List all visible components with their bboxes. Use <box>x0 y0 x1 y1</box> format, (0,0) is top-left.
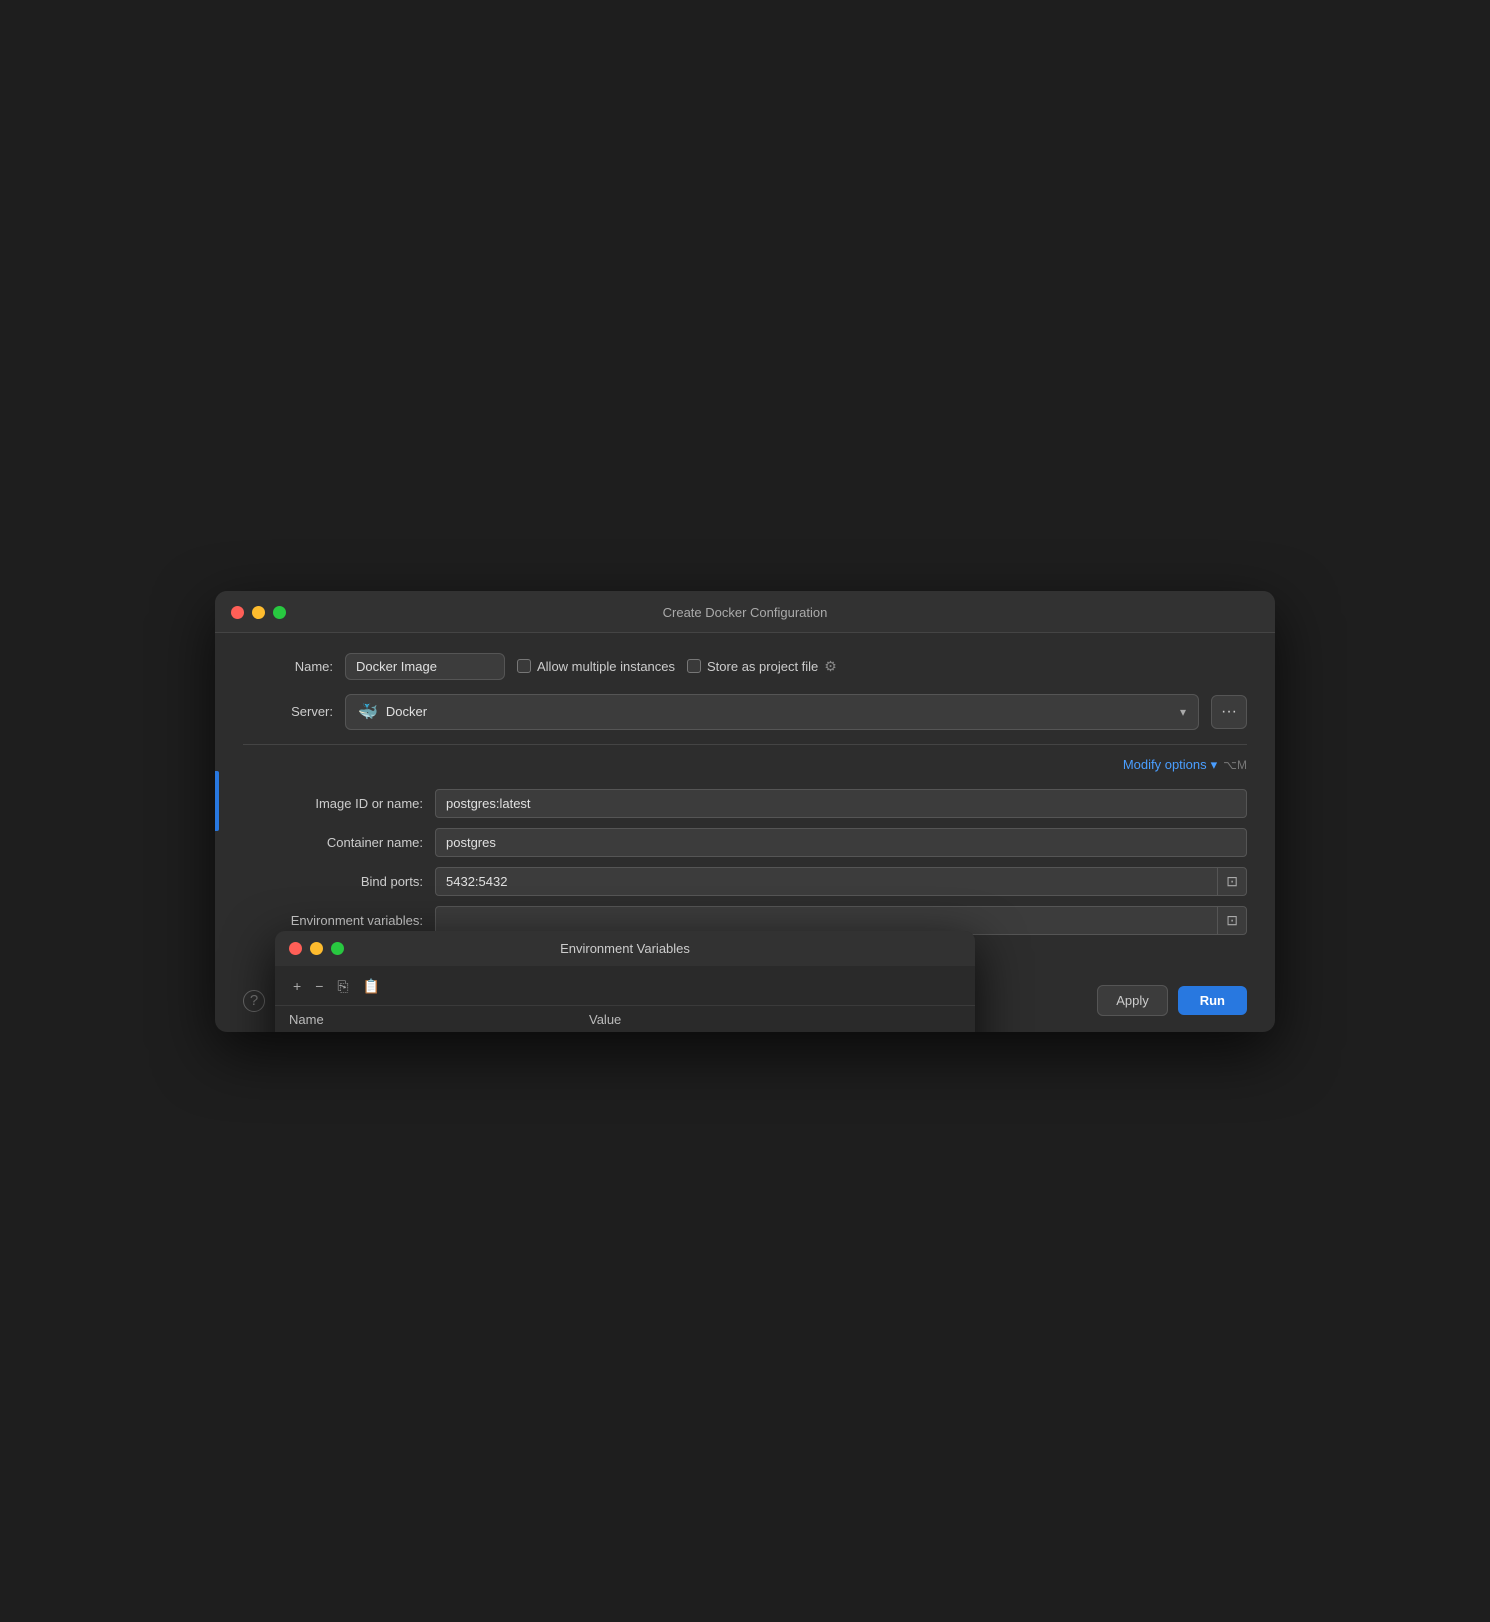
folder-icon: ⊡ <box>1226 873 1238 890</box>
bind-ports-field: ⊡ <box>435 867 1247 896</box>
modify-options-label: Modify options <box>1123 757 1207 772</box>
store-project-item: Store as project file ⚙ <box>687 658 837 675</box>
modify-options-row: Modify options ▾ ⌥M <box>243 757 1247 773</box>
env-maximize-button[interactable] <box>331 942 344 955</box>
image-id-row: Image ID or name: <box>243 789 1247 818</box>
chevron-down-icon: ▾ <box>1180 705 1186 719</box>
question-mark: ? <box>250 992 258 1009</box>
name-column-header: Name <box>289 1012 589 1027</box>
apply-button[interactable]: Apply <box>1097 985 1168 1016</box>
modify-options-button[interactable]: Modify options ▾ <box>1123 757 1217 773</box>
minimize-button[interactable] <box>252 606 265 619</box>
help-icon[interactable]: ? <box>243 990 265 1012</box>
bind-ports-label: Bind ports: <box>243 874 423 889</box>
allow-multiple-label: Allow multiple instances <box>537 659 675 674</box>
remove-button[interactable]: − <box>311 976 327 996</box>
maximize-button[interactable] <box>273 606 286 619</box>
server-left: 🐳 Docker <box>358 702 427 722</box>
env-dialog-title: Environment Variables <box>560 941 690 956</box>
name-input[interactable] <box>345 653 505 680</box>
env-toolbar: + − ⎘ 📋 <box>275 966 975 1006</box>
env-close-button[interactable] <box>289 942 302 955</box>
copy-icon: ⎘ <box>337 978 348 994</box>
image-input[interactable] <box>435 789 1247 818</box>
add-button[interactable]: + <box>289 976 305 996</box>
value-column-header: Value <box>589 1012 961 1027</box>
env-title-bar: Environment Variables <box>275 931 975 966</box>
window-controls <box>231 606 286 619</box>
env-window-controls <box>289 942 344 955</box>
bind-ports-folder-button[interactable]: ⊡ <box>1217 868 1246 895</box>
dialog-title: Create Docker Configuration <box>663 605 828 620</box>
bind-ports-row: Bind ports: ⊡ <box>243 867 1247 896</box>
gear-icon[interactable]: ⚙ <box>824 658 837 675</box>
folder-icon: ⊡ <box>1226 912 1238 929</box>
bind-ports-input[interactable] <box>436 868 1217 895</box>
server-more-button[interactable]: ··· <box>1211 695 1247 729</box>
docker-icon: 🐳 <box>358 702 378 722</box>
paste-button[interactable]: 📋 <box>359 976 384 997</box>
name-label: Name: <box>243 659 333 674</box>
container-name-row: Container name: <box>243 828 1247 857</box>
env-minimize-button[interactable] <box>310 942 323 955</box>
remove-icon: − <box>315 978 323 994</box>
env-table-header: Name Value <box>275 1006 975 1032</box>
server-label: Server: <box>243 704 333 719</box>
env-vars-label: Environment variables: <box>243 913 423 928</box>
title-bar: Create Docker Configuration <box>215 591 1275 633</box>
server-row: Server: 🐳 Docker ▾ ··· <box>243 694 1247 730</box>
env-vars-folder-button[interactable]: ⊡ <box>1217 907 1246 934</box>
store-project-checkbox[interactable] <box>687 659 701 673</box>
server-value: Docker <box>386 704 427 719</box>
three-dots-icon: ··· <box>1221 703 1237 721</box>
main-content: Name: Allow multiple instances Store as … <box>215 633 1275 969</box>
copy-button[interactable]: ⎘ <box>333 976 352 997</box>
name-row: Name: Allow multiple instances Store as … <box>243 653 1247 680</box>
run-button[interactable]: Run <box>1178 986 1247 1015</box>
env-variables-dialog: Environment Variables + − ⎘ 📋 Name Value <box>275 931 975 1032</box>
server-dropdown[interactable]: 🐳 Docker ▾ <box>345 694 1199 730</box>
add-icon: + <box>293 978 301 994</box>
store-project-label: Store as project file <box>707 659 818 674</box>
allow-multiple-item: Allow multiple instances <box>517 659 675 674</box>
env-vars-input[interactable] <box>436 907 1217 934</box>
left-accent <box>215 771 219 831</box>
container-label: Container name: <box>243 835 423 850</box>
chevron-down-icon: ▾ <box>1211 757 1218 773</box>
allow-multiple-checkbox[interactable] <box>517 659 531 673</box>
image-label: Image ID or name: <box>243 796 423 811</box>
divider <box>243 744 1247 745</box>
close-button[interactable] <box>231 606 244 619</box>
main-dialog: Create Docker Configuration Name: Allow … <box>215 591 1275 1032</box>
shortcut-hint: ⌥M <box>1223 758 1247 772</box>
paste-icon: 📋 <box>363 978 380 994</box>
container-input[interactable] <box>435 828 1247 857</box>
